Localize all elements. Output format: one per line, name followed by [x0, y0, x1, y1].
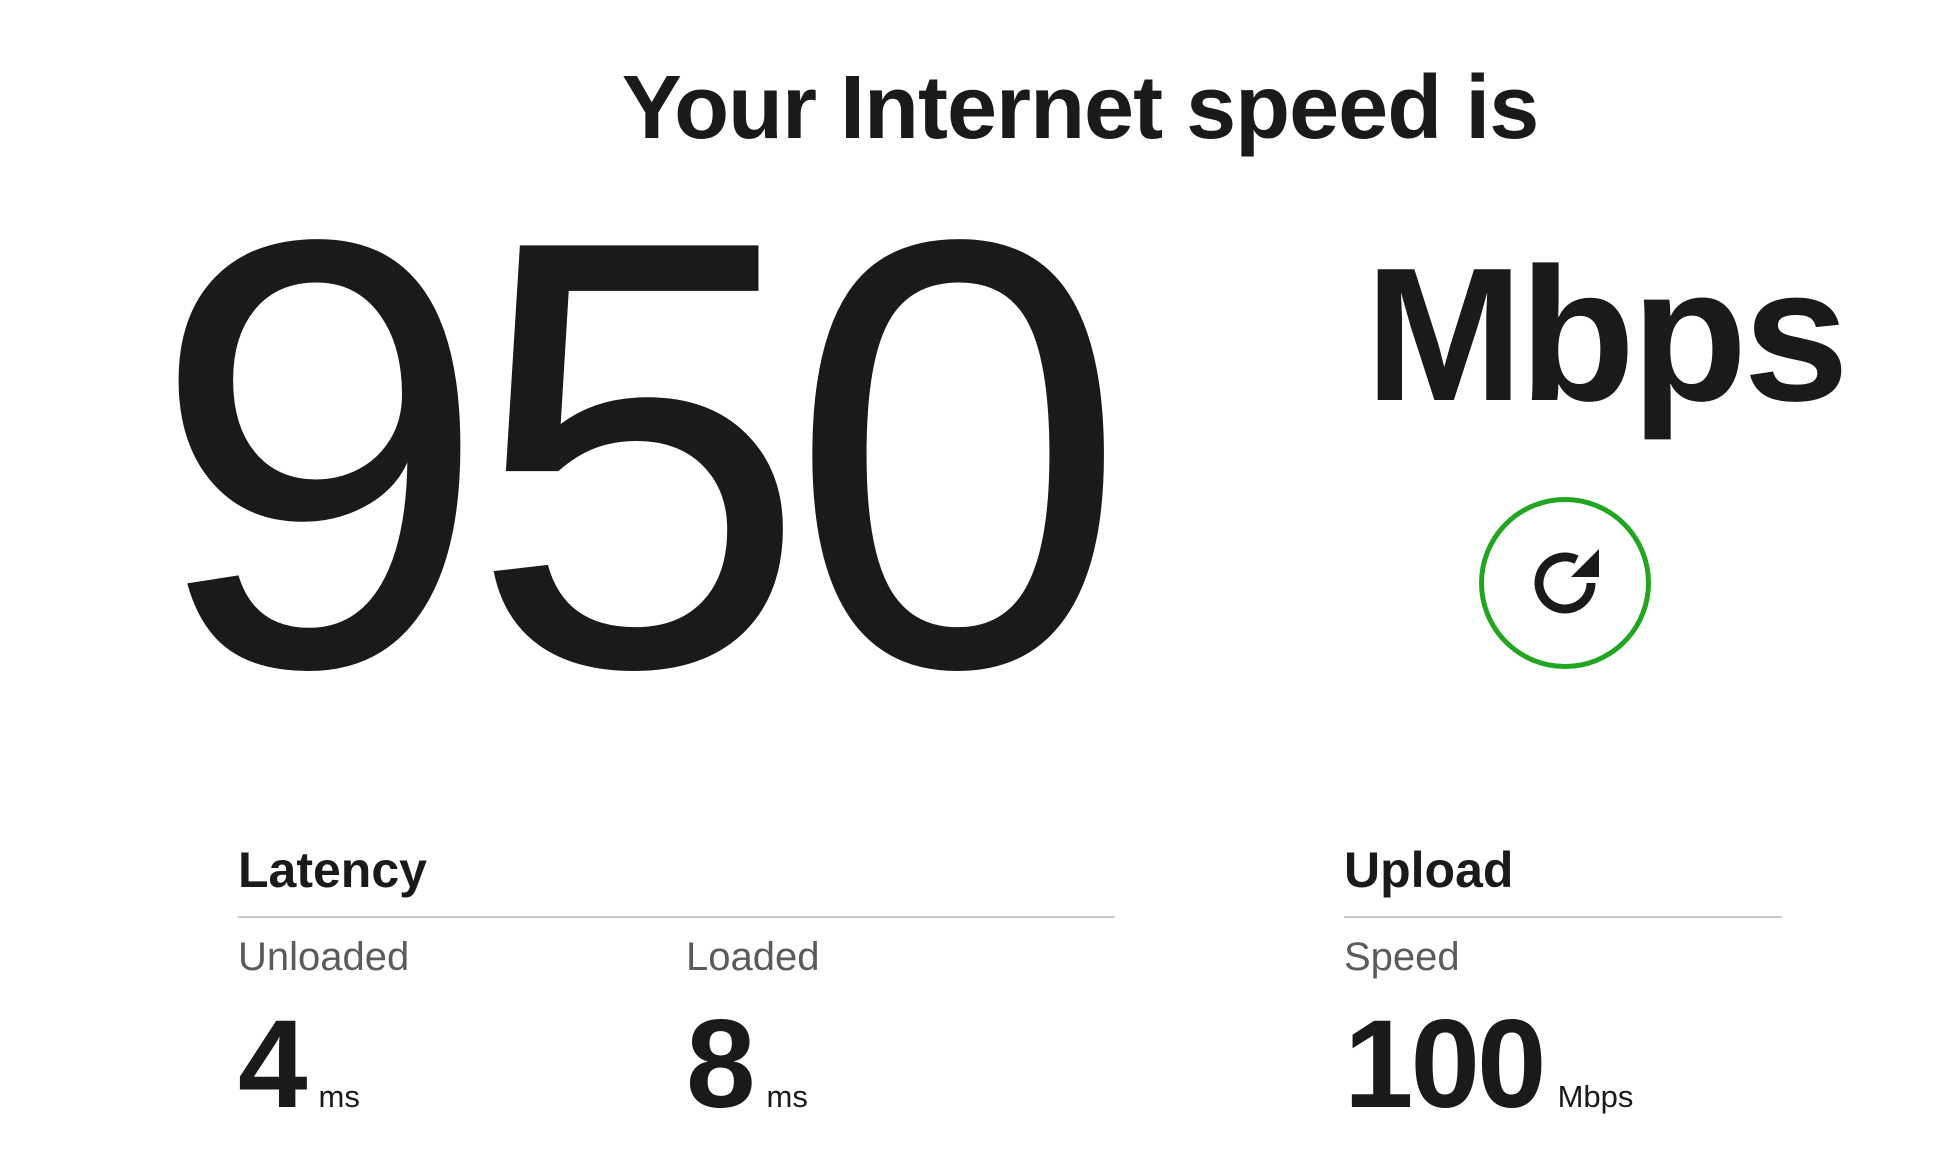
- upload-title: Upload: [1344, 842, 1514, 898]
- latency-divider: [238, 916, 1115, 918]
- download-speed-unit: Mbps: [1365, 229, 1849, 441]
- latency-loaded-value: 8: [686, 995, 756, 1134]
- latency-loaded-metric: 8 ms: [686, 1002, 808, 1127]
- upload-speed-metric: 100 Mbps: [1344, 1002, 1633, 1127]
- latency-unloaded-metric: 4 ms: [238, 1002, 360, 1127]
- latency-unloaded-value: 4: [238, 995, 308, 1134]
- upload-speed-label: Speed: [1344, 935, 1460, 979]
- latency-unloaded-unit: ms: [318, 1079, 360, 1114]
- latency-loaded-label: Loaded: [686, 935, 820, 979]
- upload-divider: [1344, 916, 1782, 918]
- refresh-button[interactable]: [1479, 497, 1651, 669]
- download-speed-value: 950: [150, 114, 1128, 795]
- latency-loaded-unit: ms: [766, 1079, 808, 1114]
- upload-speed-value: 100: [1344, 995, 1547, 1134]
- latency-unloaded-label: Unloaded: [238, 935, 410, 979]
- refresh-icon: [1534, 549, 1599, 614]
- upload-speed-unit: Mbps: [1557, 1079, 1634, 1114]
- latency-title: Latency: [238, 842, 427, 898]
